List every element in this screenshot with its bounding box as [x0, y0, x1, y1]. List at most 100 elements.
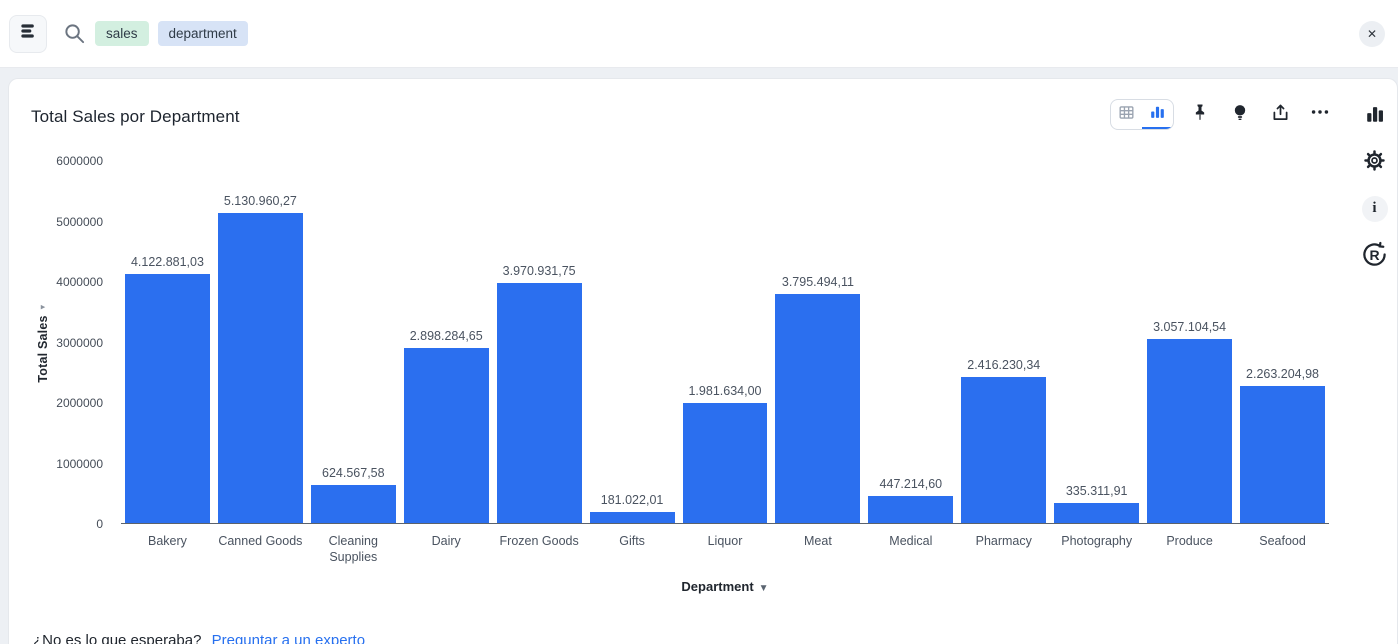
x-tick-label: Gifts — [588, 533, 677, 549]
chart-view-button[interactable] — [1142, 100, 1173, 129]
y-tick-label: 1000000 — [56, 457, 103, 471]
bar-value-label: 3.970.931,75 — [503, 264, 576, 278]
x-tick-label: Seafood — [1238, 533, 1327, 549]
x-tick-label: Liquor — [681, 533, 770, 549]
bar-value-label: 2.898.284,65 — [410, 329, 483, 343]
bar-slot: 2.898.284,65Dairy — [400, 161, 493, 523]
answer-panel: Total Sales por Department — [8, 78, 1398, 644]
close-search-button[interactable]: ✕ — [1359, 21, 1385, 47]
bar-slot: 2.263.204,98Seafood — [1236, 161, 1329, 523]
bar[interactable] — [868, 496, 953, 523]
gear-icon — [1363, 149, 1386, 177]
bar-value-label: 447.214,60 — [880, 477, 943, 491]
bar-slot: 181.022,01Gifts — [586, 161, 679, 523]
view-switcher — [1110, 99, 1174, 130]
bar-value-label: 335.311,91 — [1066, 484, 1128, 498]
x-tick-label: Produce — [1145, 533, 1234, 549]
config-rail: i R — [1361, 103, 1388, 268]
y-tick-label: 4000000 — [56, 275, 103, 289]
bar[interactable] — [1054, 503, 1139, 523]
x-tick-label: Cleaning Supplies — [309, 533, 398, 566]
y-axis-title-wrap[interactable]: ▸ Total Sales — [36, 301, 50, 382]
top-bar: sales department ✕ — [0, 0, 1398, 68]
bar-value-label: 181.022,01 — [601, 493, 664, 507]
search-token-department[interactable]: department — [158, 21, 248, 46]
search-input[interactable] — [257, 0, 1359, 67]
x-tick-label: Bakery — [123, 533, 212, 549]
info-button[interactable]: i — [1361, 195, 1388, 222]
bar-slot: 447.214,60Medical — [864, 161, 957, 523]
bars: 4.122.881,03Bakery5.130.960,27Canned Goo… — [121, 161, 1329, 523]
bar-slot: 3.057.104,54Produce — [1143, 161, 1236, 523]
bar-value-label: 5.130.960,27 — [224, 194, 297, 208]
x-tick-label: Dairy — [402, 533, 491, 549]
bar[interactable] — [218, 213, 303, 523]
bar[interactable] — [1240, 386, 1325, 523]
table-view-button[interactable] — [1111, 100, 1142, 129]
close-icon: ✕ — [1367, 27, 1377, 41]
bar-value-label: 3.795.494,11 — [782, 275, 854, 289]
bar-slot: 2.416.230,34Pharmacy — [957, 161, 1050, 523]
answer-title: Total Sales por Department — [31, 107, 240, 127]
bar[interactable] — [683, 403, 768, 523]
pin-icon — [1190, 102, 1210, 127]
bar[interactable] — [497, 283, 582, 523]
pin-button[interactable] — [1186, 101, 1214, 129]
x-tick-label: Meat — [773, 533, 862, 549]
x-axis-title-label: Department — [681, 579, 753, 594]
y-tick-label: 0 — [96, 517, 103, 531]
more-options-button[interactable] — [1306, 101, 1334, 129]
y-tick-label: 5000000 — [56, 215, 103, 229]
search-token-sales[interactable]: sales — [95, 21, 149, 46]
lightbulb-icon — [1230, 102, 1250, 127]
ellipsis-icon — [1309, 101, 1331, 128]
search-bar[interactable]: sales department — [47, 0, 1359, 67]
bar-value-label: 4.122.881,03 — [131, 255, 204, 269]
bar-value-label: 1.981.634,00 — [688, 384, 761, 398]
y-tick-label: 2000000 — [56, 396, 103, 410]
share-button[interactable] — [1266, 101, 1294, 129]
footer-question: ¿No es lo que esperaba? — [33, 632, 201, 644]
chart-plot-area: 4.122.881,03Bakery5.130.960,27Canned Goo… — [121, 161, 1329, 524]
bar[interactable] — [311, 485, 396, 523]
bar-value-label: 2.263.204,98 — [1246, 367, 1319, 381]
table-icon — [1117, 103, 1136, 127]
y-axis: 0100000020000003000000400000050000006000… — [9, 161, 111, 524]
chart-type-button[interactable] — [1361, 103, 1388, 130]
info-icon: i — [1362, 196, 1388, 222]
x-tick-label: Photography — [1052, 533, 1141, 549]
insights-button[interactable] — [1226, 101, 1254, 129]
x-tick-label: Canned Goods — [216, 533, 305, 549]
r-circle-icon: R — [1361, 241, 1388, 268]
share-icon — [1270, 102, 1291, 128]
bar[interactable] — [404, 348, 489, 523]
chevron-down-icon: ▼ — [759, 583, 769, 594]
x-tick-label: Medical — [866, 533, 955, 549]
bar-slot: 624.567,58Cleaning Supplies — [307, 161, 400, 523]
bar[interactable] — [1147, 339, 1232, 523]
bar-value-label: 2.416.230,34 — [967, 358, 1040, 372]
bar-slot: 4.122.881,03Bakery — [121, 161, 214, 523]
bar-slot: 3.970.931,75Frozen Goods — [493, 161, 586, 523]
bar-slot: 5.130.960,27Canned Goods — [214, 161, 307, 523]
bar[interactable] — [775, 294, 860, 523]
ask-expert-link[interactable]: Preguntar a un experto — [212, 632, 365, 644]
y-tick-label: 3000000 — [56, 336, 103, 350]
x-axis-title[interactable]: Department ▼ — [121, 579, 1329, 594]
y-axis-title: Total Sales — [36, 315, 50, 382]
app-menu-button[interactable] — [9, 15, 47, 53]
bar[interactable] — [590, 512, 675, 523]
data-stack-icon — [18, 21, 38, 46]
bar-slot: 1.981.634,00Liquor — [679, 161, 772, 523]
chart-settings-button[interactable] — [1361, 149, 1388, 176]
x-tick-label: Frozen Goods — [495, 533, 584, 549]
bar-chart-icon — [1148, 102, 1167, 126]
bar-slot: 3.795.494,11Meat — [771, 161, 864, 523]
expert-footer: ¿No es lo que esperaba? Preguntar a un e… — [33, 632, 365, 644]
r-analysis-button[interactable]: R — [1361, 241, 1388, 268]
bar-slot: 335.311,91Photography — [1050, 161, 1143, 523]
bar[interactable] — [125, 274, 210, 523]
chart-type-icon — [1364, 103, 1386, 130]
search-icon — [63, 22, 86, 45]
bar[interactable] — [961, 377, 1046, 523]
